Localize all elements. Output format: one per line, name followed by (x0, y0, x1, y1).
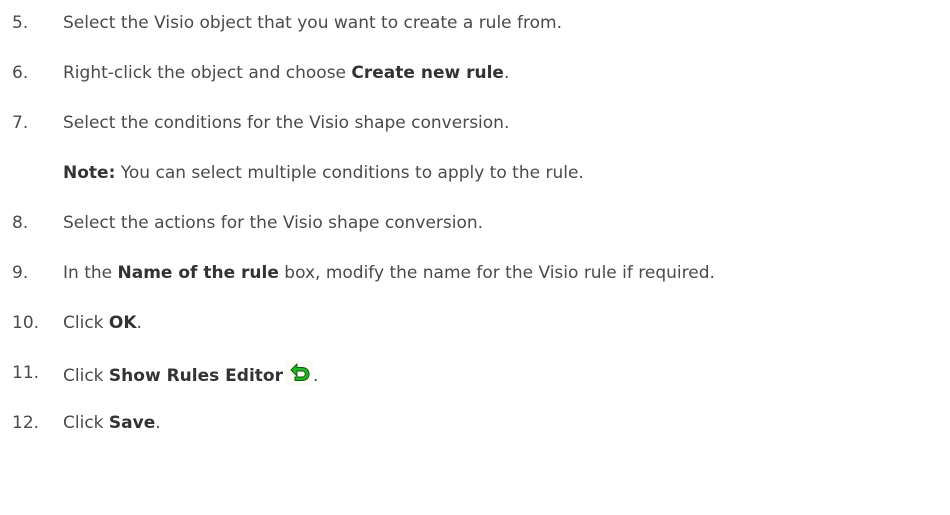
note-text: Note: You can select multiple conditions… (63, 161, 584, 185)
step-text: Select the conditions for the Visio shap… (63, 113, 510, 133)
step-text-pre: Click (63, 413, 109, 433)
show-rules-editor-command: Show Rules Editor (108, 366, 283, 386)
step-text: Select the actions for the Visio shape c… (63, 213, 484, 233)
ok-command: OK (108, 313, 137, 333)
step-text-pre: Right-click the object and choose (63, 63, 352, 83)
step-number: 12. (12, 413, 40, 433)
green-return-arrow-icon (284, 361, 313, 385)
step-text-pre: Click (63, 366, 109, 386)
name-of-rule-field-label: Name of the rule (117, 263, 279, 283)
step-text: Click Show Rules Editor . (63, 361, 318, 388)
note-label: Note: (63, 163, 116, 183)
step-number: 10. (12, 313, 40, 333)
step-text: Click OK. (63, 311, 142, 335)
step-number: 7. (12, 113, 29, 133)
step-text: In the Name of the rule box, modify the … (63, 261, 715, 285)
step-number: 6. (12, 63, 29, 83)
step-number: 9. (12, 263, 29, 283)
step-text: Right-click the object and choose Create… (63, 61, 509, 85)
step-text: Click Save. (63, 411, 161, 435)
step-text-post: . (312, 366, 319, 386)
step-text-post: . (503, 63, 510, 83)
note-body: You can select multiple conditions to ap… (115, 163, 584, 183)
step-number: 8. (12, 213, 29, 233)
step-text-pre: Click (63, 313, 109, 333)
save-command: Save (108, 413, 156, 433)
step-text-post: box, modify the name for the Visio rule … (278, 263, 715, 283)
step-text-post: . (155, 413, 161, 433)
step-text-pre: In the (63, 263, 118, 283)
step-text-post: . (136, 313, 142, 333)
create-new-rule-command: Create new rule (351, 63, 504, 83)
step-text: Select the Visio object that you want to… (63, 13, 563, 33)
step-number: 11. (12, 363, 40, 383)
step-number: 5. (12, 13, 29, 33)
